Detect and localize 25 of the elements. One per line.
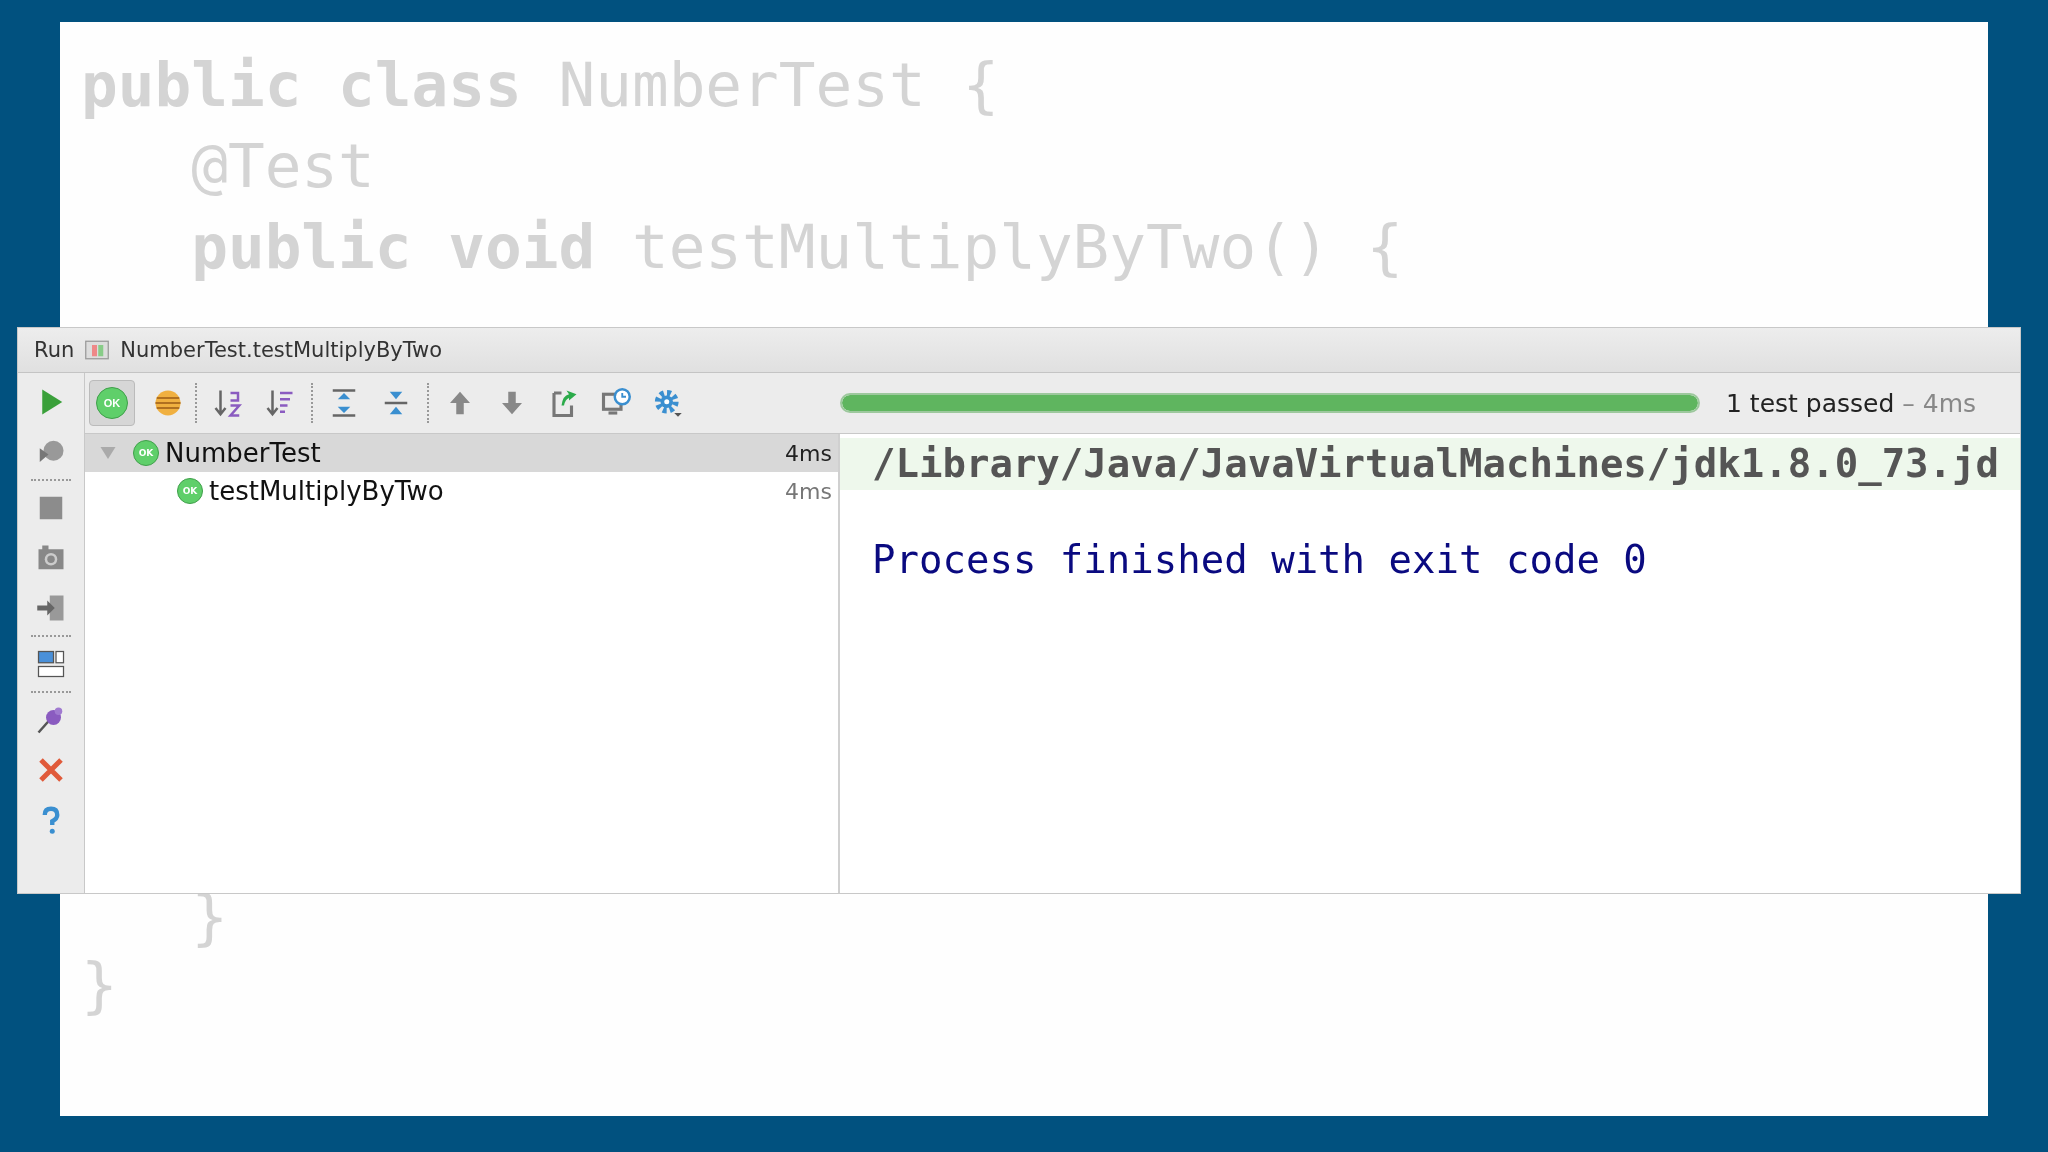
test-time: 4ms <box>785 478 832 504</box>
striped-ball-icon <box>153 388 183 418</box>
test-time: 4ms <box>785 440 832 466</box>
console-output: Process finished with exit code 0 <box>871 536 1648 584</box>
panel-title: Run <box>34 338 75 362</box>
history-icon[interactable] <box>601 388 631 418</box>
test-status: 1 test passed <box>1726 388 1895 418</box>
test-name: testMultiplyByTwo <box>209 476 445 506</box>
console-command: /Library/Java/JavaVirtualMachines/jdk1.8.0_73.jd <box>840 438 2020 490</box>
import-icon[interactable] <box>36 593 66 623</box>
sort-alpha-icon[interactable] <box>213 388 243 418</box>
run-config-icon <box>84 340 111 360</box>
code-line: } <box>190 881 228 952</box>
tree-row[interactable]: OK testMultiplyByTwo 4ms <box>85 472 838 510</box>
code-line: } <box>81 949 118 1020</box>
export-icon[interactable] <box>549 388 579 418</box>
ok-badge: OK <box>133 440 159 466</box>
tab-title[interactable]: NumberTest.testMultiplyByTwo <box>120 338 443 362</box>
test-duration: – 4ms <box>1902 388 1977 418</box>
tree-row[interactable]: OK NumberTest 4ms <box>85 434 838 472</box>
sort-duration-icon[interactable] <box>265 388 295 418</box>
test-name: NumberTest <box>165 438 322 468</box>
settings-icon[interactable] <box>653 388 683 418</box>
ok-badge: OK <box>177 478 203 504</box>
layout-icon[interactable] <box>36 649 66 679</box>
